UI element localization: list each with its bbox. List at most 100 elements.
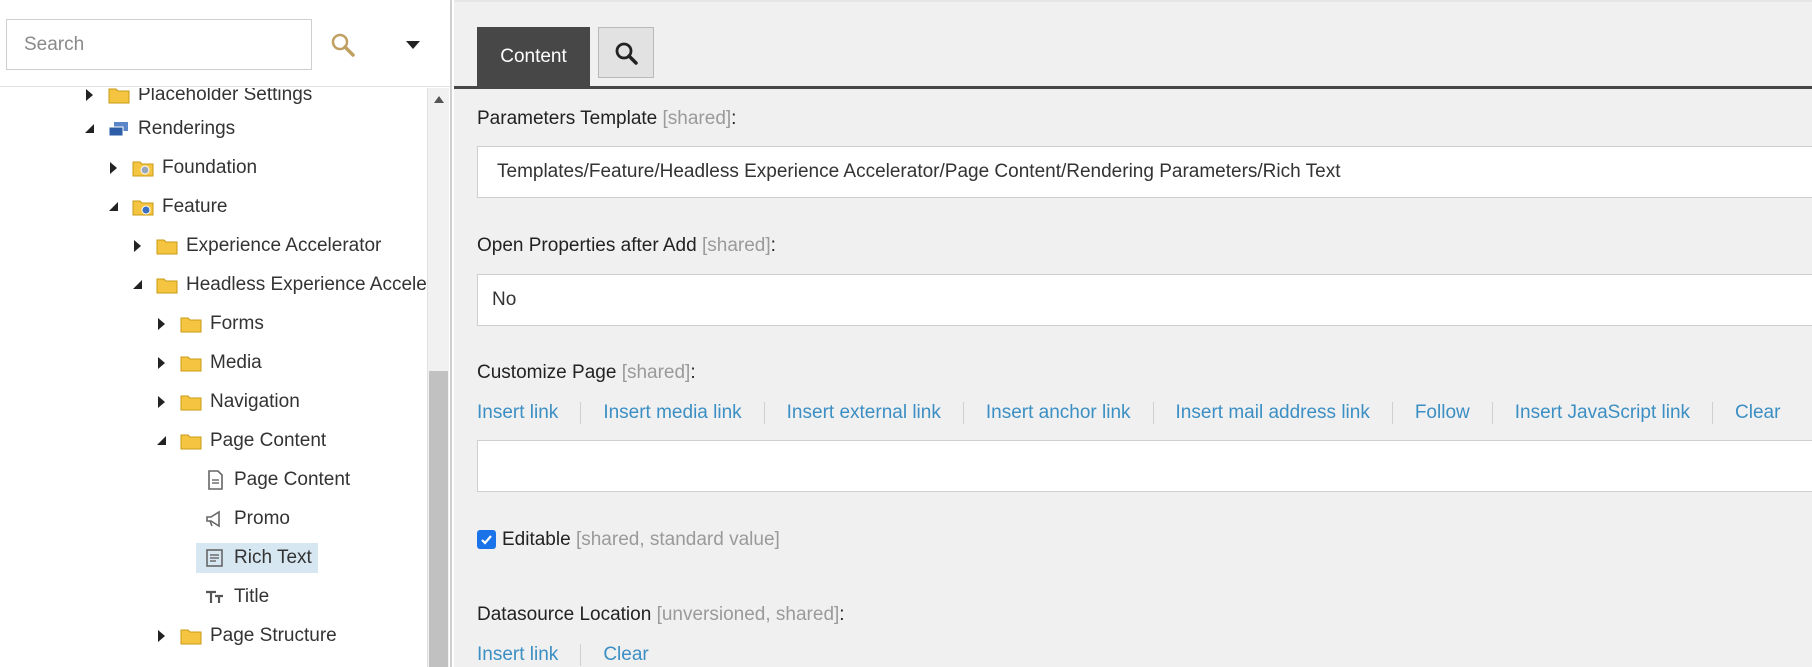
tree-item-label: Title: [234, 586, 270, 607]
editor-panel: Content Parameters Template [shared]: Te…: [454, 0, 1812, 667]
expand-toggle-icon[interactable]: [156, 317, 168, 331]
content-tree-panel: Placeholder Settings Renderings Foundati…: [0, 0, 452, 667]
insert-external-link-button[interactable]: Insert external link: [787, 402, 941, 424]
divider: [763, 402, 765, 424]
label-text: Datasource Location: [477, 604, 652, 625]
tree-scrollbar[interactable]: [427, 88, 449, 667]
parameters-template-field[interactable]: Templates/Feature/Headless Experience Ac…: [477, 146, 1812, 198]
top-divider: [454, 0, 1812, 2]
tree-item-label: Experience Accelerator: [186, 235, 382, 256]
field-label-datasource-location: Datasource Location [unversioned, shared…: [477, 604, 845, 626]
expand-toggle-icon[interactable]: [156, 356, 168, 370]
follow-link-button[interactable]: Follow: [1415, 402, 1470, 424]
tree-item-headless-experience-accelerator[interactable]: Headless Experience Acceler: [133, 270, 426, 300]
label-colon: :: [731, 108, 737, 129]
tree-item-feature[interactable]: Feature: [109, 192, 228, 222]
expand-toggle-icon[interactable]: [156, 395, 168, 409]
expand-toggle-icon[interactable]: [108, 161, 120, 175]
expand-toggle-icon[interactable]: [84, 88, 96, 102]
insert-anchor-link-button[interactable]: Insert anchor link: [986, 402, 1131, 424]
label-colon: :: [770, 235, 776, 256]
tree-item-label: Navigation: [210, 391, 300, 412]
insert-javascript-link-button[interactable]: Insert JavaScript link: [1515, 402, 1690, 424]
tree-item-label: Page Content: [210, 430, 327, 451]
collapse-toggle-icon[interactable]: [156, 434, 168, 448]
tree-item-foundation[interactable]: Foundation: [110, 153, 257, 183]
content-editor-app: Placeholder Settings Renderings Foundati…: [0, 0, 1812, 667]
megaphone-icon: [206, 510, 220, 528]
document-icon: [208, 470, 223, 490]
tree-search-bar: [0, 0, 450, 87]
checkmark-icon: [481, 535, 492, 545]
content-tree: Placeholder Settings Renderings Foundati…: [0, 88, 426, 667]
label-text: Parameters Template: [477, 108, 658, 129]
tree-item-label: Headless Experience Acceler: [186, 274, 426, 295]
label-meta: [shared]: [621, 362, 691, 383]
insert-media-link-button[interactable]: Insert media link: [603, 402, 741, 424]
expand-toggle-icon[interactable]: [156, 629, 168, 643]
open-properties-select[interactable]: No: [477, 274, 1812, 326]
tree-item-label: Feature: [162, 196, 228, 217]
folder-feature-icon: [132, 200, 154, 216]
divider: [580, 644, 582, 666]
text-size-icon: [206, 590, 223, 603]
field-value: Templates/Feature/Headless Experience Ac…: [497, 161, 1341, 182]
chevron-down-icon[interactable]: [398, 30, 428, 60]
editable-checkbox[interactable]: [477, 530, 496, 549]
collapse-toggle-icon[interactable]: [132, 278, 144, 292]
label-text: Editable: [502, 529, 571, 550]
tree-item-renderings[interactable]: Renderings: [85, 114, 236, 144]
tree-item-label: Media: [210, 352, 262, 373]
renderings-icon: [108, 122, 128, 137]
divider: [1712, 402, 1714, 424]
collapse-toggle-icon[interactable]: [108, 200, 120, 214]
tree-item-promo[interactable]: Promo: [204, 504, 290, 534]
tree-item-navigation[interactable]: Navigation: [158, 387, 300, 417]
tree-item-label: Rich Text: [234, 547, 312, 568]
label-text: Open Properties after Add: [477, 235, 697, 256]
divider: [1152, 402, 1154, 424]
tab-underline: [454, 86, 1812, 89]
tree-item-label: Placeholder Settings: [138, 88, 313, 105]
tab-content[interactable]: Content: [477, 27, 590, 87]
tree-item-page-content[interactable]: Page Content: [204, 465, 350, 495]
folder-icon: [180, 356, 202, 372]
tree-item-placeholder-settings[interactable]: Placeholder Settings: [86, 88, 313, 110]
expand-toggle-icon[interactable]: [132, 239, 144, 253]
tree-item-label: Page Content: [234, 469, 351, 490]
tree-item-experience-accelerator[interactable]: Experience Accelerator: [134, 231, 382, 261]
tree-item-label: Renderings: [138, 118, 236, 139]
scroll-up-arrow-icon[interactable]: [434, 96, 444, 103]
tree-item-rich-text[interactable]: Rich Text: [196, 543, 318, 573]
insert-mail-address-link-button[interactable]: Insert mail address link: [1176, 402, 1370, 424]
field-label-customize-page: Customize Page [shared]:: [477, 362, 696, 384]
tree-item-forms[interactable]: Forms: [158, 309, 264, 339]
clear-link-button[interactable]: Clear: [603, 644, 648, 666]
scrollbar-thumb[interactable]: [429, 371, 448, 667]
tree-item-title[interactable]: Title: [204, 582, 269, 612]
divider: [962, 402, 964, 424]
label-meta: [shared]: [701, 235, 771, 256]
collapse-toggle-icon[interactable]: [84, 122, 96, 136]
tree-item-media[interactable]: Media: [158, 348, 262, 378]
tree-item-page-content-folder[interactable]: Page Content: [157, 426, 327, 456]
tree-search-input[interactable]: [6, 19, 312, 70]
label-meta: [shared, standard value]: [575, 529, 780, 550]
field-label-editable: Editable [shared, standard value]: [502, 529, 780, 551]
field-label-open-properties: Open Properties after Add [shared]:: [477, 235, 776, 257]
label-meta: [unversioned, shared]: [656, 604, 840, 625]
folder-icon: [108, 88, 130, 104]
customize-page-field[interactable]: [477, 440, 1812, 492]
tree-item-page-structure[interactable]: Page Structure: [158, 621, 337, 651]
insert-link-button[interactable]: Insert link: [477, 644, 558, 666]
folder-icon: [180, 317, 202, 333]
insert-link-button[interactable]: Insert link: [477, 402, 558, 424]
selected-value: No: [492, 289, 517, 310]
clear-link-button[interactable]: Clear: [1735, 402, 1780, 424]
tree-item-label: Page Structure: [210, 625, 337, 646]
tab-search[interactable]: [598, 27, 654, 78]
tree-item-label: Forms: [210, 313, 264, 334]
search-icon[interactable]: [328, 30, 358, 60]
datasource-link-toolbar: Insert link Clear: [477, 640, 649, 667]
divider: [580, 402, 582, 424]
